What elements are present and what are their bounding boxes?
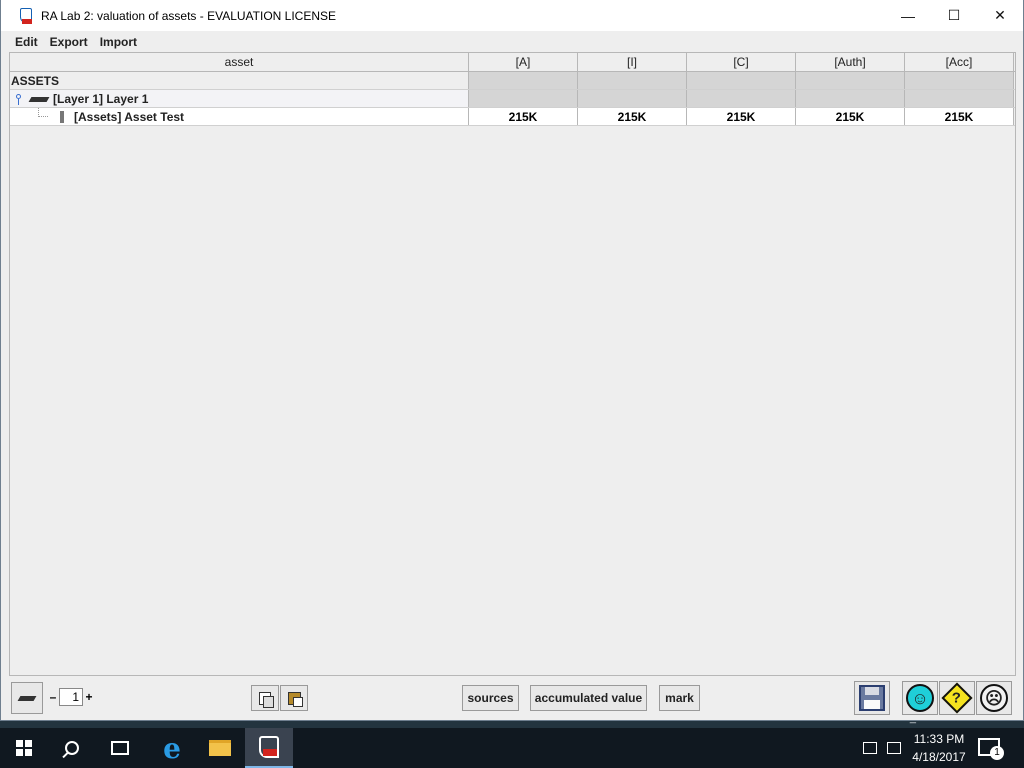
tree-toggle-icon[interactable] (14, 93, 24, 105)
speaker-muted-icon (887, 742, 901, 754)
search-button[interactable] (48, 728, 96, 768)
asset-table: asset [A] [I] [C] [Auth] [Acc] ASSETS [L… (9, 52, 1016, 676)
table-header: asset [A] [I] [C] [Auth] [Acc] (10, 53, 1015, 72)
bottom-toolbar: – + sources accumulated value mark ☺ ? ☹ (9, 680, 1016, 718)
sad-button[interactable]: ☹ (976, 681, 1012, 715)
menu-export[interactable]: Export (44, 35, 94, 49)
table-row-section[interactable]: ASSETS (10, 72, 1015, 90)
value-cell-i[interactable]: 215K (578, 108, 687, 125)
flag-icon (863, 742, 877, 754)
ra-app-taskbar-button[interactable] (245, 728, 293, 768)
section-label-cell: ASSETS (10, 72, 469, 89)
table-cell (469, 72, 578, 89)
column-header-acc[interactable]: [Acc] (905, 53, 1014, 71)
column-header-i[interactable]: [I] (578, 53, 687, 71)
smile-icon: ☺ (906, 684, 934, 712)
menu-import[interactable]: Import (94, 35, 143, 49)
clock-date: 4/18/2017 (912, 750, 966, 764)
table-cell (905, 90, 1014, 107)
table-row-layer[interactable]: [Layer 1] Layer 1 (10, 90, 1015, 108)
section-label: ASSETS (11, 73, 60, 88)
maximize-button[interactable]: ☐ (931, 0, 977, 31)
table-cell (469, 90, 578, 107)
ra-app-icon (259, 736, 279, 758)
title-bar[interactable]: RA Lab 2: valuation of assets - EVALUATI… (1, 0, 1023, 31)
copy-button[interactable] (251, 685, 279, 711)
value-cell-acc[interactable]: 215K (905, 108, 1014, 125)
start-button[interactable] (0, 728, 48, 768)
column-header-a[interactable]: [A] (469, 53, 578, 71)
menu-edit[interactable]: Edit (9, 35, 44, 49)
layer-cell: [Layer 1] Layer 1 (10, 90, 469, 107)
sad-icon: ☹ (980, 684, 1008, 712)
clock-time: 11:33 PM (913, 732, 965, 746)
value-cell-auth[interactable]: 215K (796, 108, 905, 125)
action-center-flag[interactable] (862, 728, 878, 768)
windows-icon (16, 740, 32, 756)
task-view-button[interactable] (96, 728, 144, 768)
file-explorer-button[interactable] (196, 728, 244, 768)
notification-badge: 1 (990, 746, 1004, 760)
asset-marker-icon (60, 111, 64, 123)
minimize-button[interactable]: — (885, 0, 931, 31)
column-header-auth[interactable]: [Auth] (796, 53, 905, 71)
system-clock[interactable]: 11:33 PM 4/18/2017 (904, 730, 974, 766)
table-row-asset[interactable]: [Assets] Asset Test 215K 215K 215K 215K … (10, 108, 1015, 126)
layer-number-input[interactable] (59, 688, 83, 706)
copy-icon (259, 691, 274, 708)
layer-icon (17, 695, 37, 701)
accumulated-value-button[interactable]: accumulated value (530, 685, 647, 711)
smile-button[interactable]: ☺ (902, 681, 938, 715)
save-button[interactable] (854, 681, 890, 715)
layer-stepper: – + (47, 688, 95, 706)
window-controls: — ☐ ✕ (885, 0, 1023, 31)
asset-label: [Assets] Asset Test (74, 109, 185, 124)
task-view-icon (111, 741, 129, 755)
table-cell (578, 72, 687, 89)
taskbar: e 11:33 PM 4/18/2017 1 (0, 728, 1024, 768)
table-cell (796, 90, 905, 107)
sources-button[interactable]: sources (462, 685, 519, 711)
menu-bar: Edit Export Import (1, 31, 1023, 52)
app-icon (19, 7, 35, 24)
tree-connector (38, 108, 48, 117)
help-icon: ? (941, 682, 973, 714)
file-explorer-icon (209, 740, 231, 756)
app-window: RA Lab 2: valuation of assets - EVALUATI… (0, 0, 1024, 721)
layer-label: [Layer 1] Layer 1 (53, 91, 149, 106)
paste-icon (287, 691, 303, 707)
table-cell (578, 90, 687, 107)
save-icon (859, 685, 885, 711)
window-title: RA Lab 2: valuation of assets - EVALUATI… (41, 8, 337, 23)
column-header-asset[interactable]: asset (10, 53, 469, 71)
layer-button[interactable] (11, 682, 43, 714)
close-button[interactable]: ✕ (977, 0, 1023, 31)
value-cell-a[interactable]: 215K (469, 108, 578, 125)
table-cell (796, 72, 905, 89)
volume-button[interactable] (884, 728, 904, 768)
internet-explorer-icon: e (163, 731, 181, 765)
increment-button[interactable]: + (83, 690, 95, 704)
table-cell (905, 72, 1014, 89)
help-button[interactable]: ? (939, 681, 975, 715)
internet-explorer-button[interactable]: e (148, 728, 196, 768)
column-header-c[interactable]: [C] (687, 53, 796, 71)
decrement-button[interactable]: – (47, 690, 59, 704)
layer-icon (28, 94, 50, 104)
table-cell (687, 72, 796, 89)
table-cell (687, 90, 796, 107)
mark-button[interactable]: mark (659, 685, 700, 711)
paste-button[interactable] (280, 685, 308, 711)
value-cell-c[interactable]: 215K (687, 108, 796, 125)
asset-cell: [Assets] Asset Test (10, 108, 469, 125)
search-icon (65, 741, 79, 755)
